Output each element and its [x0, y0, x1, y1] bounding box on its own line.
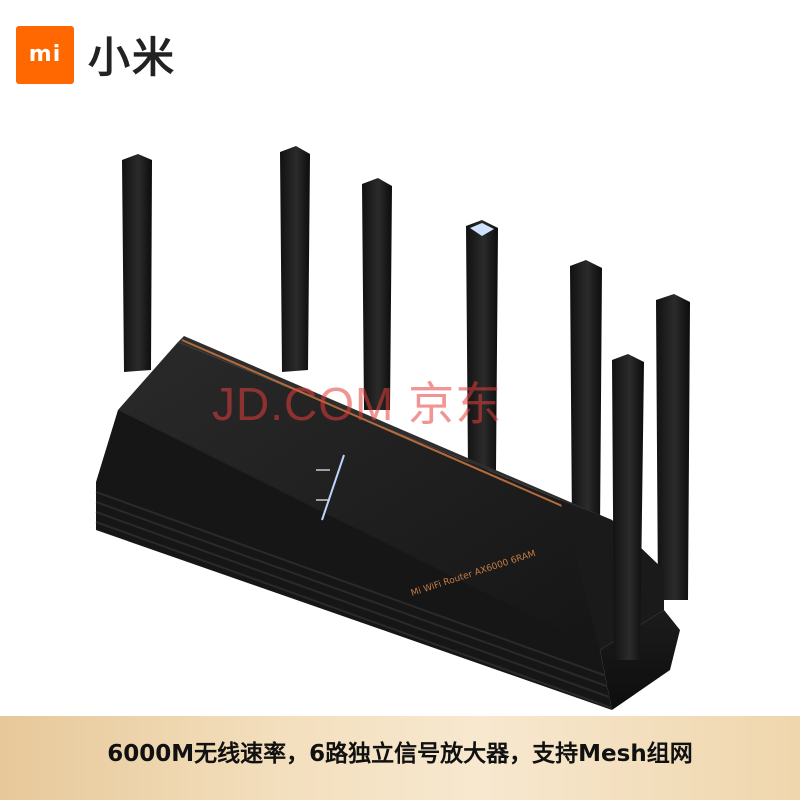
feature-banner-text: 6000M无线速率，6路独立信号放大器，支持Mesh组网	[107, 741, 693, 767]
jd-watermark: JD.COM 京东	[212, 378, 503, 430]
antenna-1	[122, 154, 152, 372]
brand-logo: mi 小米	[16, 24, 176, 85]
brand-name: 小米	[88, 33, 177, 82]
mi-logo-mark: mi	[16, 25, 74, 84]
antenna-7	[612, 354, 644, 660]
antenna-5	[570, 260, 602, 530]
antenna-6	[656, 294, 690, 600]
antenna-2	[280, 146, 310, 372]
